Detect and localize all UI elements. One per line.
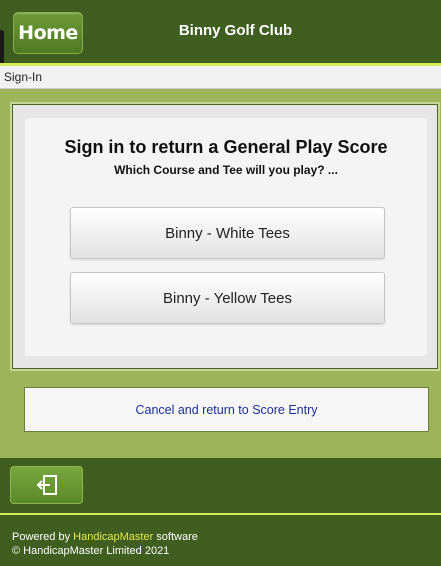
- handicapmaster-link[interactable]: HandicapMaster: [73, 531, 153, 543]
- footer: Powered by HandicapMaster software © Han…: [0, 458, 441, 566]
- course-tee-prompt: Which Course and Tee will you play? ...: [114, 163, 338, 177]
- cancel-link[interactable]: Cancel and return to Score Entry: [24, 387, 429, 432]
- content-area: Sign in to return a General Play Score W…: [0, 89, 441, 458]
- yellow-tees-button[interactable]: Binny - Yellow Tees: [70, 272, 385, 324]
- copyright: © HandicapMaster Limited 2021: [12, 545, 170, 557]
- white-tees-button[interactable]: Binny - White Tees: [70, 207, 385, 259]
- breadcrumb: Sign-In: [0, 66, 441, 89]
- sign-in-panel: Sign in to return a General Play Score W…: [12, 104, 438, 369]
- home-button[interactable]: Home: [13, 12, 83, 54]
- header: Home Binny Golf Club: [0, 0, 441, 63]
- exit-icon: [36, 475, 57, 495]
- sign-in-heading: Sign in to return a General Play Score: [64, 137, 388, 157]
- powered-suffix: software: [153, 531, 198, 543]
- powered-by: Powered by HandicapMaster software © Han…: [12, 530, 198, 558]
- footer-divider: [0, 513, 441, 515]
- page-title: Binny Golf Club: [178, 22, 293, 39]
- powered-prefix: Powered by: [12, 531, 74, 543]
- exit-button[interactable]: [10, 466, 83, 504]
- sign-in-card: Sign in to return a General Play Score W…: [25, 118, 427, 356]
